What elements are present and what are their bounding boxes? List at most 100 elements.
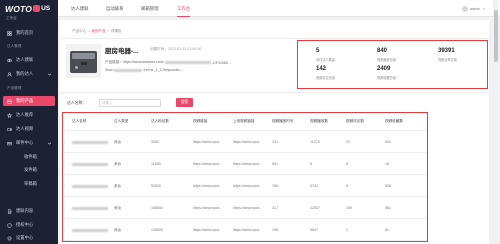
stat-label: 视频收藏总量 bbox=[377, 76, 397, 80]
stat-value: 2409 bbox=[377, 66, 391, 72]
star-icon bbox=[7, 112, 12, 118]
cell-type: 美妆 bbox=[114, 140, 122, 144]
cell-plays: 6 bbox=[310, 162, 312, 166]
product-link[interactable]: Soun /ref=sr_1_1?keywords=... bbox=[105, 68, 184, 72]
cell-plays: 12637 bbox=[310, 206, 320, 210]
cell-fans: 135000 bbox=[151, 228, 163, 232]
cell-duration: 217 bbox=[272, 206, 278, 210]
cell-type: 美妆 bbox=[114, 184, 122, 188]
column-header: 达人名称 bbox=[72, 119, 87, 123]
sidebar-item-home[interactable]: 我的首页 bbox=[3, 28, 55, 38]
product-created-time: 创建时间：2022-01-22 01:00:00 bbox=[150, 47, 202, 51]
cell-fans: 52500 bbox=[151, 184, 161, 188]
influencer-name-blurred bbox=[72, 141, 108, 144]
chevron-down-icon bbox=[482, 7, 486, 11]
sidebar-item-drafts[interactable]: 草稿箱 bbox=[3, 179, 55, 189]
mail-icon bbox=[7, 141, 12, 146]
breadcrumb-item[interactable]: 产品中心 bbox=[72, 29, 86, 34]
logo-text: WOTO bbox=[5, 3, 33, 14]
sidebar-item-inbox[interactable]: 收件箱 bbox=[3, 152, 55, 162]
app-logo[interactable]: WOTO US bbox=[5, 3, 50, 14]
table-row: 美妆 168000 https://www.yout... https://ww… bbox=[63, 197, 427, 219]
cell-upload-link[interactable]: https://www.yout... bbox=[233, 140, 262, 144]
cell-favorites: 16 bbox=[385, 162, 389, 166]
product-link-text: Soun bbox=[105, 68, 114, 72]
breadcrumb-item[interactable]: 我的产品 bbox=[91, 29, 105, 34]
sidebar-item-label: 达人推荐 bbox=[16, 112, 34, 117]
top-nav-item-active[interactable]: 工作台 bbox=[177, 0, 191, 17]
cell-fans: 11500 bbox=[151, 162, 161, 166]
search-input[interactable] bbox=[99, 99, 161, 107]
stat-value: 840 bbox=[377, 48, 388, 54]
cell-video-link[interactable]: https://www.yout... bbox=[193, 228, 222, 232]
search-button[interactable]: 搜索 bbox=[176, 98, 193, 107]
cell-upload-link[interactable]: https://www.yout... bbox=[233, 162, 262, 166]
user-menu[interactable]: admin bbox=[462, 5, 486, 12]
column-header: 上传视频链接 bbox=[233, 119, 255, 123]
table-row: 美妆 135000 https://www.yout... https://ww… bbox=[63, 219, 427, 241]
sidebar-item-outreach-content[interactable]: 建联内容 bbox=[3, 206, 55, 216]
stat-value: 142 bbox=[316, 66, 327, 72]
stat-label: 合作达人数量 bbox=[316, 58, 336, 62]
table-row: 美妆 52500 https://www.yout... https://www… bbox=[63, 175, 427, 197]
logo-suffix: US bbox=[41, 5, 51, 12]
sidebar-item-label: 设置中心 bbox=[16, 235, 34, 240]
breadcrumb-separator: / bbox=[107, 29, 109, 33]
shield-icon bbox=[7, 222, 12, 228]
cell-plays: 4647 bbox=[310, 228, 318, 232]
cell-upload-link[interactable]: https://www.yout... bbox=[233, 228, 262, 232]
cell-plays: 11379 bbox=[310, 140, 320, 144]
cell-fans: 168000 bbox=[151, 206, 163, 210]
cell-video-link[interactable]: https://www.yout... bbox=[193, 140, 222, 144]
sidebar-item-recommend[interactable]: 达人推荐 bbox=[3, 110, 55, 120]
sidebar-item-videos[interactable]: 达人视频 bbox=[3, 124, 55, 134]
column-header: 视频链接 bbox=[193, 119, 208, 123]
column-header: 视频播放时长 bbox=[272, 119, 294, 123]
influencer-table: 达人名称 达人类型 达人粉丝数 视频链接 上传视频链接 视频播放时长 视频播放数… bbox=[62, 112, 428, 242]
cell-video-link[interactable]: https://www.yout... bbox=[193, 162, 222, 166]
sidebar: WOTO US 工作台 我的首页 达人管理 达人建联 我的达人 产品管理 我的产… bbox=[0, 0, 58, 244]
top-nav-item[interactable]: 自动联系 bbox=[106, 0, 124, 17]
sidebar-section-label: 产品管理 bbox=[7, 86, 22, 90]
stat-value: 39391 bbox=[438, 48, 455, 54]
sidebar-item-sent[interactable]: 发件箱 bbox=[3, 165, 55, 175]
table-header: 达人名称 达人类型 达人粉丝数 视频链接 上传视频链接 视频播放时长 视频播放数… bbox=[63, 113, 427, 131]
sidebar-item-authorization[interactable]: 授权中心 bbox=[3, 220, 55, 230]
sidebar-item-settings[interactable]: 设置中心 bbox=[3, 233, 55, 243]
product-link[interactable]: 产品链接：https://www.amazon.com/ -DP-B08X... bbox=[105, 60, 231, 65]
sidebar-item-label: 我的达人 bbox=[16, 71, 34, 76]
gear-icon bbox=[7, 235, 12, 241]
sidebar-item-label: 收件箱 bbox=[24, 154, 37, 159]
cell-upload-link[interactable]: https://www.yout... bbox=[233, 206, 262, 210]
cell-comments: 159 bbox=[346, 206, 352, 210]
logo-badge-icon bbox=[33, 5, 41, 12]
top-nav-item[interactable]: 达人建联 bbox=[71, 0, 89, 17]
top-nav-label: 工作台 bbox=[177, 6, 191, 11]
chevron-down-icon bbox=[47, 141, 52, 146]
sidebar-item-outreach[interactable]: 达人建联 bbox=[3, 55, 55, 65]
divider bbox=[60, 38, 489, 39]
column-header: 视频播放数 bbox=[310, 119, 328, 123]
cell-comments: 8 bbox=[346, 184, 348, 188]
search-label: 达人名称： bbox=[67, 101, 86, 105]
cell-upload-link[interactable]: https://www.yout... bbox=[233, 184, 262, 188]
top-nav: 达人建联 自动联系 邮箱管理 工作台 admin bbox=[58, 0, 500, 17]
cell-duration: 198 bbox=[272, 228, 278, 232]
cell-type: 美妆 bbox=[114, 206, 122, 210]
cell-comments: 21 bbox=[346, 140, 350, 144]
cell-video-link[interactable]: https://www.yout... bbox=[193, 206, 222, 210]
column-header: 视频收藏数 bbox=[385, 119, 403, 123]
sidebar-item-mail-center[interactable]: 邮件中心 bbox=[3, 138, 55, 148]
cell-video-link[interactable]: https://www.yout... bbox=[193, 184, 222, 188]
sidebar-item-label: 达人建联 bbox=[16, 57, 34, 62]
column-header: 达人粉丝数 bbox=[151, 119, 169, 123]
chevron-down-icon bbox=[47, 72, 52, 77]
cell-duration: 190 bbox=[272, 184, 278, 188]
scrollbar-thumb[interactable] bbox=[493, 10, 498, 62]
video-icon bbox=[7, 127, 12, 132]
link-icon bbox=[7, 58, 12, 63]
cell-plays: 5742 bbox=[310, 184, 318, 188]
top-nav-item[interactable]: 邮箱管理 bbox=[141, 0, 159, 17]
sidebar-item-my-products[interactable]: 我的产品 bbox=[3, 96, 55, 106]
sidebar-item-my-influencers[interactable]: 我的达人 bbox=[3, 69, 55, 79]
